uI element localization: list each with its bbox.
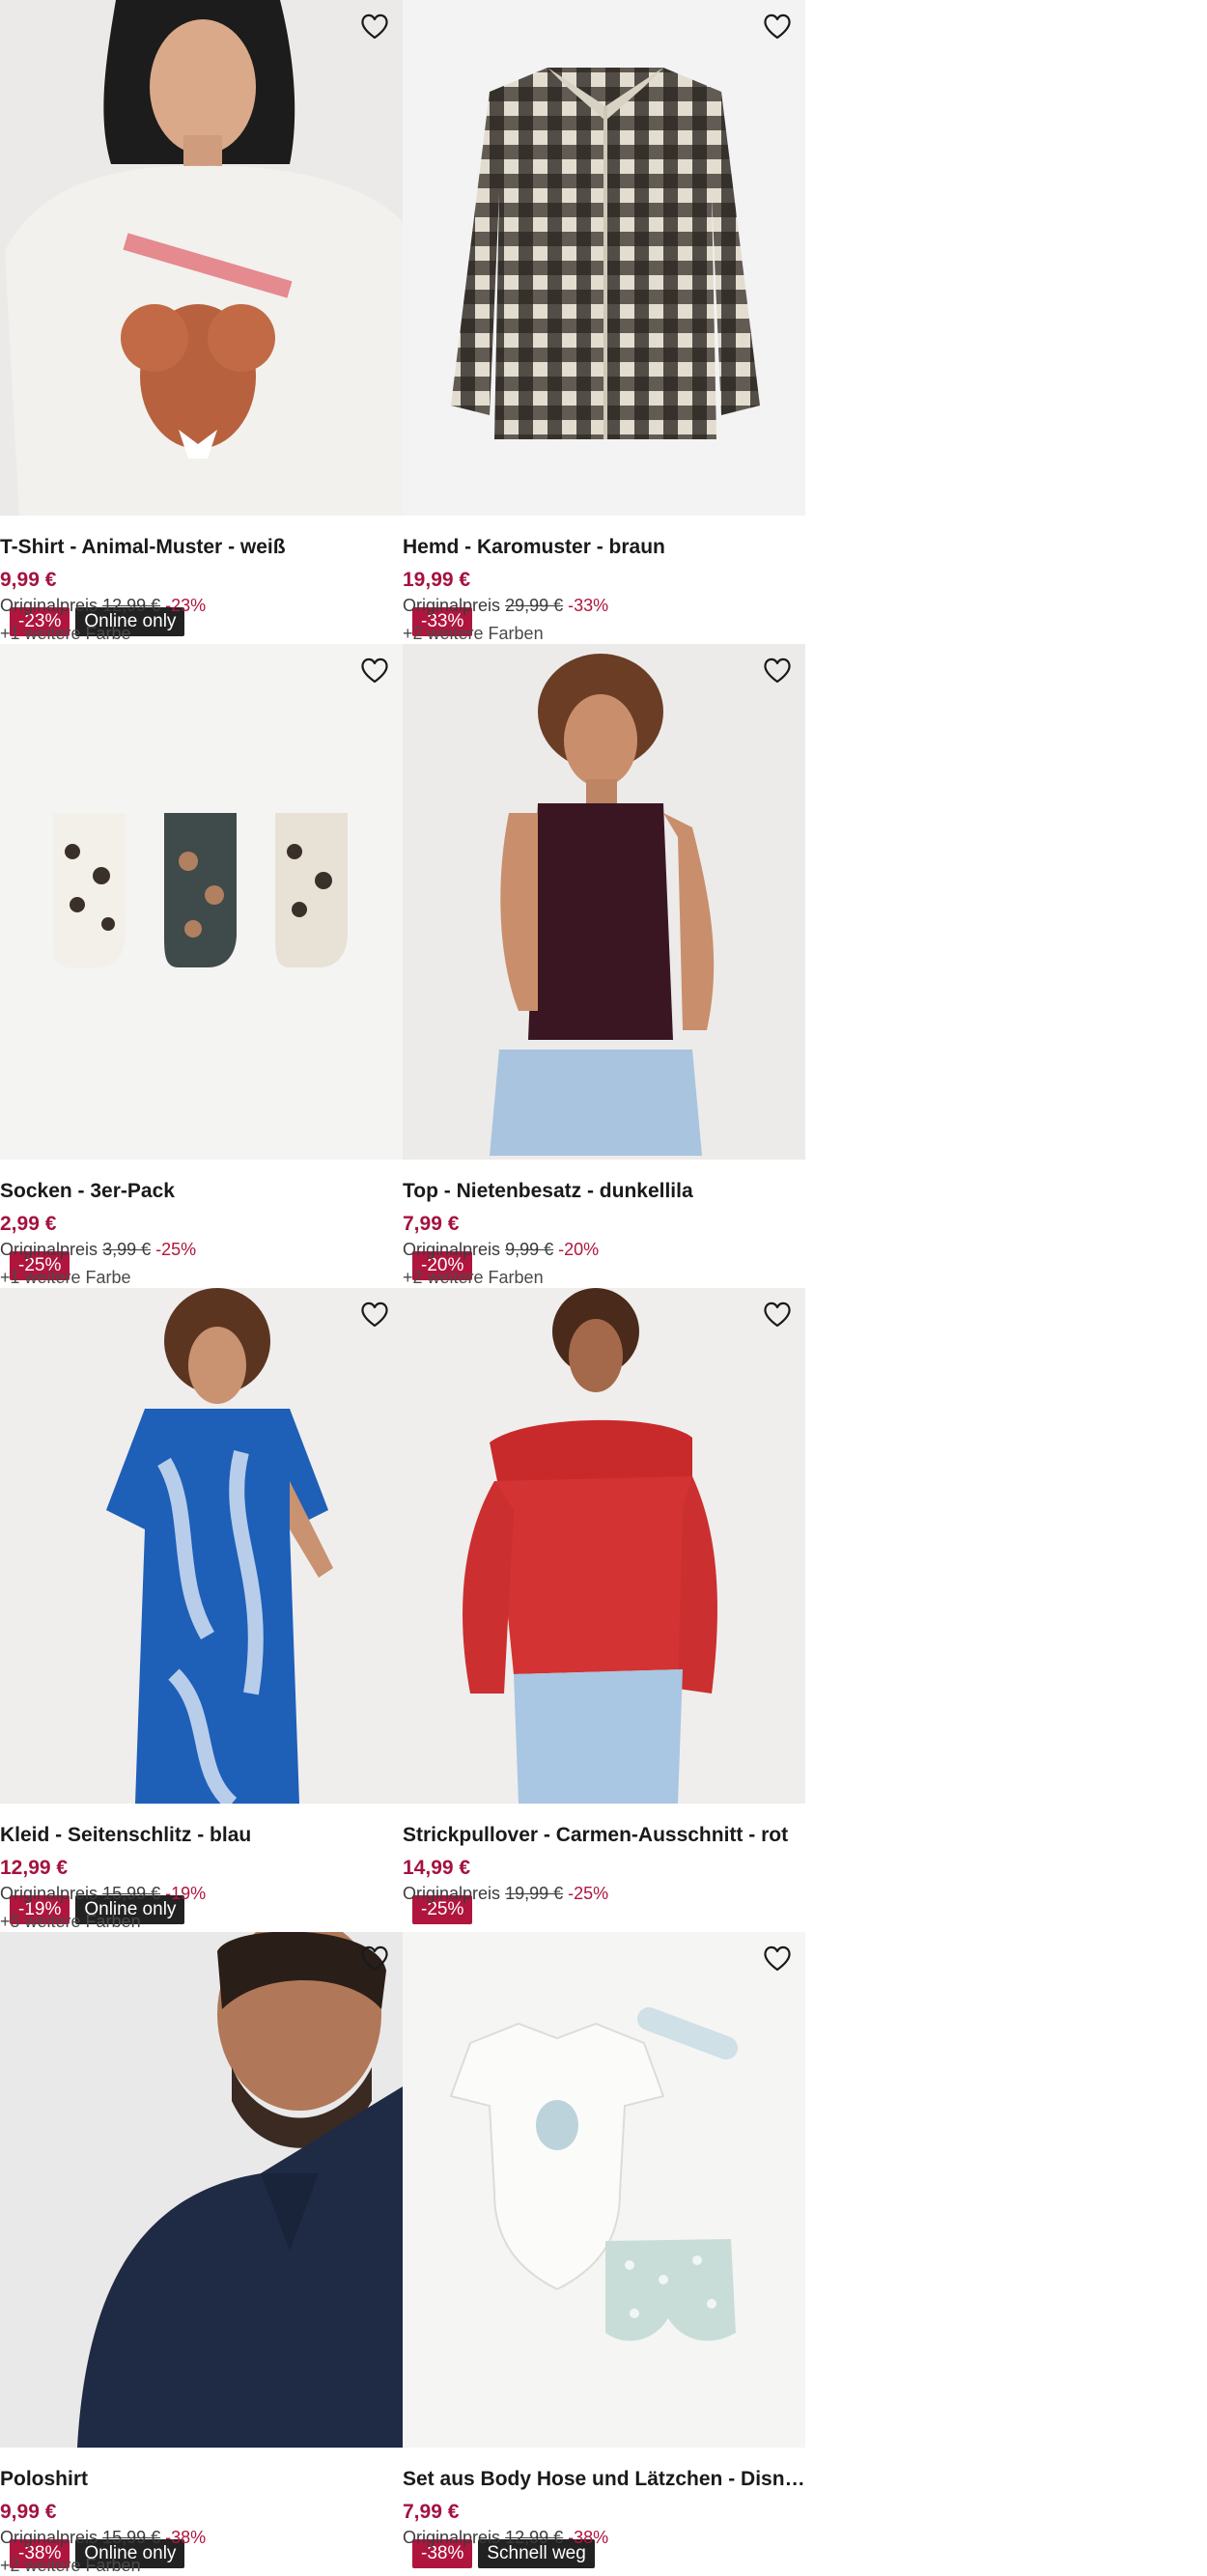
more-colors-link[interactable]: +2 weitere Farben <box>403 623 805 644</box>
wishlist-heart-icon[interactable] <box>761 654 794 686</box>
sale-price: 2,99 € <box>0 1213 57 1235</box>
sale-price: 14,99 € <box>403 1857 471 1879</box>
discount-percent: -25% <box>155 1240 197 1259</box>
original-price-label: Originalpreis <box>403 1240 501 1259</box>
original-price: 19,99 € <box>505 1884 564 1903</box>
product-title[interactable]: Poloshirt <box>0 2467 403 2492</box>
product-info: Strickpullover - Carmen-Ausschnitt - rot… <box>403 1823 805 1904</box>
product-card[interactable]: -25% Strickpullover - Carmen-Ausschnitt … <box>403 1288 805 1932</box>
product-info: Set aus Body Hose und Lätzchen - Disney … <box>403 2467 805 2548</box>
product-info: Poloshirt 9,99 € Originalpreis 15,99 € -… <box>0 2467 403 2576</box>
product-card[interactable]: -25% Socken - 3er-Pack 2,99 € Originalpr… <box>0 644 403 1288</box>
sale-price: 7,99 € <box>403 1213 460 1235</box>
product-info: Top - Nietenbesatz - dunkellila 7,99 € O… <box>403 1179 805 1288</box>
product-info: Hemd - Karomuster - braun 19,99 € Origin… <box>403 535 805 644</box>
more-colors-link[interactable]: +1 weitere Farbe <box>0 1267 403 1288</box>
original-price-line: Originalpreis 19,99 € -25% <box>403 1883 805 1904</box>
original-price-label: Originalpreis <box>403 1884 501 1903</box>
discount-percent: -38% <box>165 2528 207 2547</box>
original-price-line: Originalpreis 9,99 € -20% <box>403 1239 805 1260</box>
product-image[interactable] <box>403 1288 805 1804</box>
more-colors-link[interactable]: +5 weitere Farben <box>0 1911 403 1932</box>
wishlist-heart-icon[interactable] <box>358 10 391 42</box>
sale-price: 7,99 € <box>403 2501 460 2523</box>
original-price-line: Originalpreis 12,99 € -23% <box>0 595 403 616</box>
product-card[interactable]: -38% Online only Poloshirt 9,99 € Origina… <box>0 1932 403 2576</box>
product-card[interactable]: -33% Hemd - Karomuster - braun 19,99 € O… <box>403 0 805 644</box>
product-title[interactable]: Socken - 3er-Pack <box>0 1179 403 1204</box>
product-title[interactable]: Top - Nietenbesatz - dunkellila <box>403 1179 805 1204</box>
product-image[interactable] <box>0 1932 403 2448</box>
product-title[interactable]: T-Shirt - Animal-Muster - weiß <box>0 535 403 560</box>
original-price-line: Originalpreis 15,99 € -38% <box>0 2527 403 2548</box>
original-price-line: Originalpreis 12,99 € -38% <box>403 2527 805 2548</box>
original-price-label: Originalpreis <box>0 596 98 615</box>
product-image[interactable] <box>403 644 805 1160</box>
sale-price: 19,99 € <box>403 569 471 591</box>
wishlist-heart-icon[interactable] <box>761 1942 794 1974</box>
product-title[interactable]: Kleid - Seitenschlitz - blau <box>0 1823 403 1848</box>
product-image[interactable] <box>0 644 403 1160</box>
discount-percent: -20% <box>558 1240 600 1259</box>
more-colors-link[interactable]: +2 weitere Farben <box>0 2555 403 2576</box>
original-price: 3,99 € <box>102 1240 152 1259</box>
original-price-label: Originalpreis <box>403 596 501 615</box>
product-title[interactable]: Set aus Body Hose und Lätzchen - Disney … <box>403 2467 805 2492</box>
product-grid: -23% Online only T-Shirt - Animal-Muster … <box>0 0 805 2576</box>
discount-percent: -19% <box>165 1884 207 1903</box>
product-title[interactable]: Strickpullover - Carmen-Ausschnitt - rot <box>403 1823 805 1848</box>
discount-percent: -23% <box>165 596 207 615</box>
original-price-label: Originalpreis <box>403 2528 501 2547</box>
discount-percent: -33% <box>568 596 609 615</box>
product-card[interactable]: -20% Top - Nietenbesatz - dunkellila 7,9… <box>403 644 805 1288</box>
sale-price: 9,99 € <box>0 2501 57 2523</box>
original-price-label: Originalpreis <box>0 1240 98 1259</box>
original-price: 15,99 € <box>102 1884 161 1903</box>
original-price: 12,99 € <box>102 596 161 615</box>
wishlist-heart-icon[interactable] <box>358 1942 391 1974</box>
wishlist-heart-icon[interactable] <box>761 10 794 42</box>
wishlist-heart-icon[interactable] <box>358 654 391 686</box>
original-price-label: Originalpreis <box>0 2528 98 2547</box>
product-info: Socken - 3er-Pack 2,99 € Originalpreis 3… <box>0 1179 403 1288</box>
product-info: Kleid - Seitenschlitz - blau 12,99 € Ori… <box>0 1823 403 1932</box>
product-info: T-Shirt - Animal-Muster - weiß 9,99 € Or… <box>0 535 403 644</box>
original-price-line: Originalpreis 15,99 € -19% <box>0 1883 403 1904</box>
original-price-label: Originalpreis <box>0 1884 98 1903</box>
original-price-line: Originalpreis 29,99 € -33% <box>403 595 805 616</box>
product-card[interactable]: -38% Schnell weg Set aus Body Hose und Lä… <box>403 1932 805 2576</box>
original-price: 9,99 € <box>505 1240 554 1259</box>
original-price: 15,99 € <box>102 2528 161 2547</box>
product-image[interactable] <box>403 1932 805 2448</box>
original-price-line: Originalpreis 3,99 € -25% <box>0 1239 403 1260</box>
discount-percent: -25% <box>568 1884 609 1903</box>
product-card[interactable]: -23% Online only T-Shirt - Animal-Muster … <box>0 0 403 644</box>
discount-percent: -38% <box>568 2528 609 2547</box>
more-colors-link[interactable]: +2 weitere Farben <box>403 1267 805 1288</box>
product-title[interactable]: Hemd - Karomuster - braun <box>403 535 805 560</box>
product-card[interactable]: -19% Online only Kleid - Seitenschlitz - … <box>0 1288 403 1932</box>
sale-price: 12,99 € <box>0 1857 69 1879</box>
original-price: 12,99 € <box>505 2528 564 2547</box>
more-colors-link[interactable]: +1 weitere Farbe <box>0 623 403 644</box>
product-image[interactable] <box>0 1288 403 1804</box>
wishlist-heart-icon[interactable] <box>761 1298 794 1330</box>
product-image[interactable] <box>0 0 403 516</box>
original-price: 29,99 € <box>505 596 564 615</box>
sale-price: 9,99 € <box>0 569 57 591</box>
product-image[interactable] <box>403 0 805 516</box>
wishlist-heart-icon[interactable] <box>358 1298 391 1330</box>
